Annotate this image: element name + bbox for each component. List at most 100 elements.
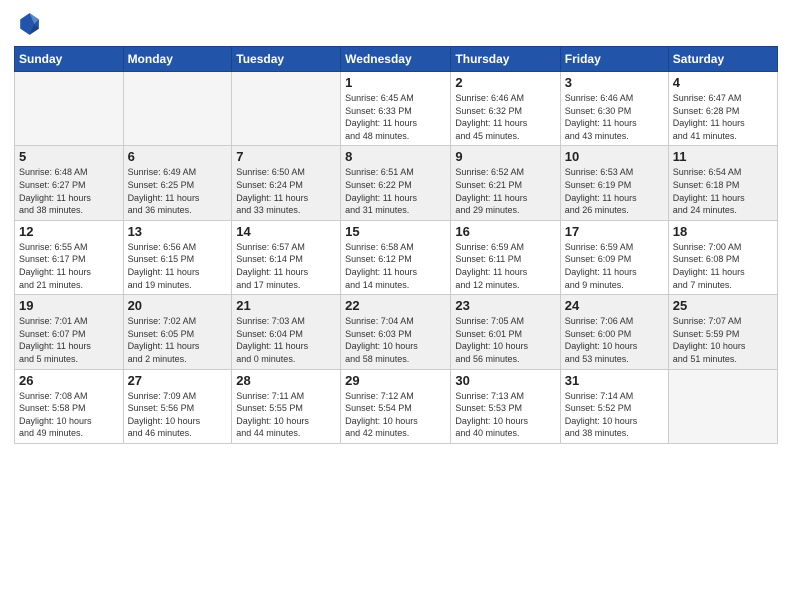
day-info: Sunrise: 6:58 AM Sunset: 6:12 PM Dayligh… bbox=[345, 241, 446, 291]
day-info: Sunrise: 7:03 AM Sunset: 6:04 PM Dayligh… bbox=[236, 315, 336, 365]
day-info: Sunrise: 6:59 AM Sunset: 6:11 PM Dayligh… bbox=[455, 241, 555, 291]
weekday-header: Thursday bbox=[451, 47, 560, 72]
day-info: Sunrise: 7:02 AM Sunset: 6:05 PM Dayligh… bbox=[128, 315, 228, 365]
day-info: Sunrise: 6:47 AM Sunset: 6:28 PM Dayligh… bbox=[673, 92, 773, 142]
calendar-day-cell: 24 Sunrise: 7:06 AM Sunset: 6:00 PM Dayli… bbox=[560, 295, 668, 369]
day-number: 26 bbox=[19, 373, 119, 388]
day-number: 7 bbox=[236, 149, 336, 164]
calendar-day-cell: 11 Sunrise: 6:54 AM Sunset: 6:18 PM Dayli… bbox=[668, 146, 777, 220]
day-info: Sunrise: 7:04 AM Sunset: 6:03 PM Dayligh… bbox=[345, 315, 446, 365]
calendar-day-cell: 30 Sunrise: 7:13 AM Sunset: 5:53 PM Dayli… bbox=[451, 369, 560, 443]
weekday-header: Wednesday bbox=[341, 47, 451, 72]
calendar-day-cell: 16 Sunrise: 6:59 AM Sunset: 6:11 PM Dayli… bbox=[451, 220, 560, 294]
day-number: 25 bbox=[673, 298, 773, 313]
day-number: 30 bbox=[455, 373, 555, 388]
day-info: Sunrise: 6:49 AM Sunset: 6:25 PM Dayligh… bbox=[128, 166, 228, 216]
day-info: Sunrise: 7:01 AM Sunset: 6:07 PM Dayligh… bbox=[19, 315, 119, 365]
calendar-day-cell: 23 Sunrise: 7:05 AM Sunset: 6:01 PM Dayli… bbox=[451, 295, 560, 369]
day-number: 16 bbox=[455, 224, 555, 239]
calendar-day-cell: 1 Sunrise: 6:45 AM Sunset: 6:33 PM Daylig… bbox=[341, 72, 451, 146]
calendar-day-cell: 6Sunrise: 6:49 AM Sunset: 6:25 PM Daylig… bbox=[123, 146, 232, 220]
calendar-day-cell: 31 Sunrise: 7:14 AM Sunset: 5:52 PM Dayli… bbox=[560, 369, 668, 443]
logo-icon bbox=[14, 10, 42, 38]
day-info: Sunrise: 7:12 AM Sunset: 5:54 PM Dayligh… bbox=[345, 390, 446, 440]
day-number: 4 bbox=[673, 75, 773, 90]
day-number: 14 bbox=[236, 224, 336, 239]
day-number: 17 bbox=[565, 224, 664, 239]
day-number: 12 bbox=[19, 224, 119, 239]
calendar-day-cell: 10 Sunrise: 6:53 AM Sunset: 6:19 PM Dayli… bbox=[560, 146, 668, 220]
day-info: Sunrise: 7:09 AM Sunset: 5:56 PM Dayligh… bbox=[128, 390, 228, 440]
day-number: 27 bbox=[128, 373, 228, 388]
day-number: 23 bbox=[455, 298, 555, 313]
calendar-day-cell: 29 Sunrise: 7:12 AM Sunset: 5:54 PM Dayli… bbox=[341, 369, 451, 443]
calendar-day-cell: 5Sunrise: 6:48 AM Sunset: 6:27 PM Daylig… bbox=[15, 146, 124, 220]
calendar-day-cell: 9Sunrise: 6:52 AM Sunset: 6:21 PM Daylig… bbox=[451, 146, 560, 220]
calendar-day-cell: 20 Sunrise: 7:02 AM Sunset: 6:05 PM Dayli… bbox=[123, 295, 232, 369]
day-number: 2 bbox=[455, 75, 555, 90]
day-number: 10 bbox=[565, 149, 664, 164]
calendar-day-cell: 28 Sunrise: 7:11 AM Sunset: 5:55 PM Dayli… bbox=[232, 369, 341, 443]
calendar-day-cell: 17 Sunrise: 6:59 AM Sunset: 6:09 PM Dayli… bbox=[560, 220, 668, 294]
day-info: Sunrise: 6:50 AM Sunset: 6:24 PM Dayligh… bbox=[236, 166, 336, 216]
day-number: 31 bbox=[565, 373, 664, 388]
calendar-day-cell: 13 Sunrise: 6:56 AM Sunset: 6:15 PM Dayli… bbox=[123, 220, 232, 294]
day-info: Sunrise: 6:46 AM Sunset: 6:30 PM Dayligh… bbox=[565, 92, 664, 142]
calendar-header-row: SundayMondayTuesdayWednesdayThursdayFrid… bbox=[15, 47, 778, 72]
day-number: 1 bbox=[345, 75, 446, 90]
day-info: Sunrise: 6:59 AM Sunset: 6:09 PM Dayligh… bbox=[565, 241, 664, 291]
calendar-day-cell: 27 Sunrise: 7:09 AM Sunset: 5:56 PM Dayli… bbox=[123, 369, 232, 443]
day-info: Sunrise: 7:05 AM Sunset: 6:01 PM Dayligh… bbox=[455, 315, 555, 365]
day-info: Sunrise: 6:51 AM Sunset: 6:22 PM Dayligh… bbox=[345, 166, 446, 216]
calendar-week-row: 12 Sunrise: 6:55 AM Sunset: 6:17 PM Dayli… bbox=[15, 220, 778, 294]
calendar-day-cell: 8 Sunrise: 6:51 AM Sunset: 6:22 PM Daylig… bbox=[341, 146, 451, 220]
day-info: Sunrise: 6:53 AM Sunset: 6:19 PM Dayligh… bbox=[565, 166, 664, 216]
day-info: Sunrise: 7:08 AM Sunset: 5:58 PM Dayligh… bbox=[19, 390, 119, 440]
logo bbox=[14, 10, 46, 38]
day-info: Sunrise: 6:56 AM Sunset: 6:15 PM Dayligh… bbox=[128, 241, 228, 291]
calendar-day-cell: 18 Sunrise: 7:00 AM Sunset: 6:08 PM Dayli… bbox=[668, 220, 777, 294]
day-info: Sunrise: 6:57 AM Sunset: 6:14 PM Dayligh… bbox=[236, 241, 336, 291]
day-number: 29 bbox=[345, 373, 446, 388]
calendar-day-cell: 12 Sunrise: 6:55 AM Sunset: 6:17 PM Dayli… bbox=[15, 220, 124, 294]
calendar-day-cell bbox=[668, 369, 777, 443]
weekday-header: Tuesday bbox=[232, 47, 341, 72]
day-info: Sunrise: 7:07 AM Sunset: 5:59 PM Dayligh… bbox=[673, 315, 773, 365]
calendar-table: SundayMondayTuesdayWednesdayThursdayFrid… bbox=[14, 46, 778, 444]
day-number: 24 bbox=[565, 298, 664, 313]
day-info: Sunrise: 7:11 AM Sunset: 5:55 PM Dayligh… bbox=[236, 390, 336, 440]
calendar-day-cell: 22 Sunrise: 7:04 AM Sunset: 6:03 PM Dayli… bbox=[341, 295, 451, 369]
day-number: 15 bbox=[345, 224, 446, 239]
calendar-week-row: 1 Sunrise: 6:45 AM Sunset: 6:33 PM Daylig… bbox=[15, 72, 778, 146]
day-number: 20 bbox=[128, 298, 228, 313]
calendar-day-cell: 2 Sunrise: 6:46 AM Sunset: 6:32 PM Daylig… bbox=[451, 72, 560, 146]
calendar-day-cell bbox=[123, 72, 232, 146]
header bbox=[14, 10, 778, 38]
calendar-week-row: 5Sunrise: 6:48 AM Sunset: 6:27 PM Daylig… bbox=[15, 146, 778, 220]
day-info: Sunrise: 6:46 AM Sunset: 6:32 PM Dayligh… bbox=[455, 92, 555, 142]
weekday-header: Monday bbox=[123, 47, 232, 72]
weekday-header: Saturday bbox=[668, 47, 777, 72]
day-number: 22 bbox=[345, 298, 446, 313]
day-number: 18 bbox=[673, 224, 773, 239]
day-info: Sunrise: 7:06 AM Sunset: 6:00 PM Dayligh… bbox=[565, 315, 664, 365]
calendar-day-cell: 21 Sunrise: 7:03 AM Sunset: 6:04 PM Dayli… bbox=[232, 295, 341, 369]
day-number: 19 bbox=[19, 298, 119, 313]
calendar-day-cell: 14 Sunrise: 6:57 AM Sunset: 6:14 PM Dayli… bbox=[232, 220, 341, 294]
day-number: 11 bbox=[673, 149, 773, 164]
day-number: 8 bbox=[345, 149, 446, 164]
calendar-day-cell: 25 Sunrise: 7:07 AM Sunset: 5:59 PM Dayli… bbox=[668, 295, 777, 369]
day-info: Sunrise: 7:13 AM Sunset: 5:53 PM Dayligh… bbox=[455, 390, 555, 440]
day-info: Sunrise: 6:52 AM Sunset: 6:21 PM Dayligh… bbox=[455, 166, 555, 216]
day-info: Sunrise: 6:45 AM Sunset: 6:33 PM Dayligh… bbox=[345, 92, 446, 142]
day-info: Sunrise: 7:00 AM Sunset: 6:08 PM Dayligh… bbox=[673, 241, 773, 291]
day-info: Sunrise: 6:55 AM Sunset: 6:17 PM Dayligh… bbox=[19, 241, 119, 291]
calendar-day-cell: 3Sunrise: 6:46 AM Sunset: 6:30 PM Daylig… bbox=[560, 72, 668, 146]
day-number: 28 bbox=[236, 373, 336, 388]
calendar-day-cell: 4 Sunrise: 6:47 AM Sunset: 6:28 PM Daylig… bbox=[668, 72, 777, 146]
day-number: 13 bbox=[128, 224, 228, 239]
page: SundayMondayTuesdayWednesdayThursdayFrid… bbox=[0, 0, 792, 612]
day-number: 21 bbox=[236, 298, 336, 313]
day-info: Sunrise: 6:54 AM Sunset: 6:18 PM Dayligh… bbox=[673, 166, 773, 216]
day-info: Sunrise: 7:14 AM Sunset: 5:52 PM Dayligh… bbox=[565, 390, 664, 440]
